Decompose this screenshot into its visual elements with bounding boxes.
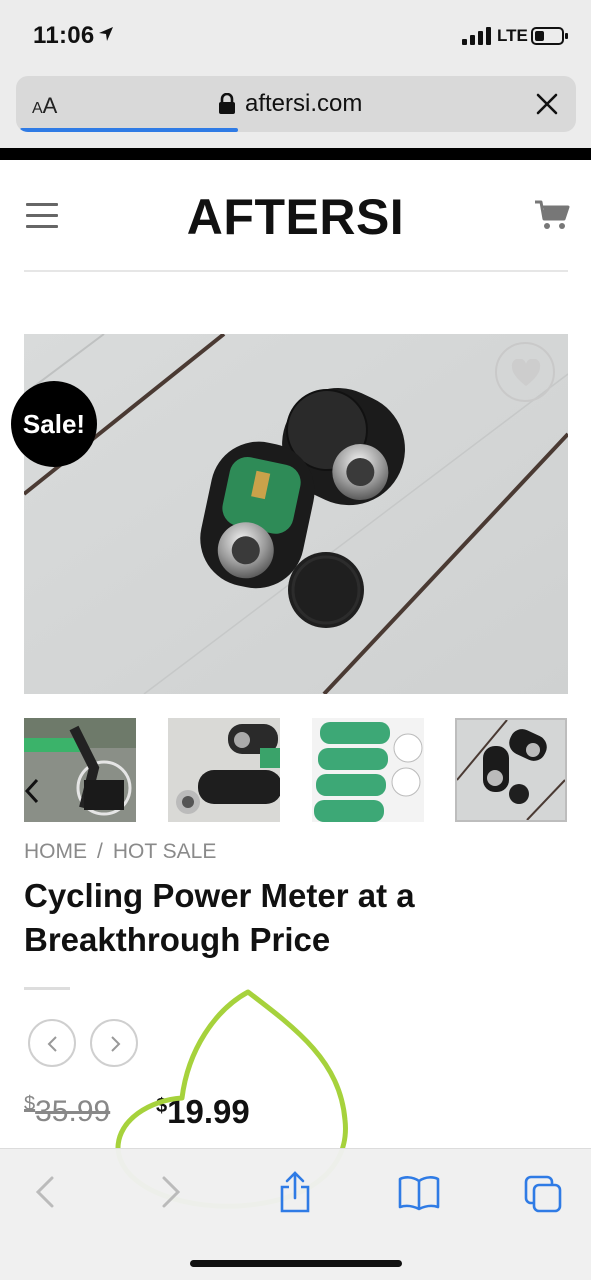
home-indicator[interactable] [190,1260,402,1267]
title-divider [24,987,70,990]
share-icon[interactable] [278,1171,312,1213]
previous-product-button[interactable] [28,1019,76,1067]
sale-price: $19.99 [156,1093,250,1130]
browser-address-area: AA aftersi.com [0,70,591,148]
sale-badge: Sale! [11,381,97,467]
text-size-button[interactable]: AA [32,93,57,119]
address-bar[interactable]: AA aftersi.com [16,76,576,132]
chevron-left-icon[interactable] [34,1175,56,1209]
status-time: 11:06 [33,22,95,49]
url-domain[interactable]: aftersi.com [245,90,362,118]
thumbnails-prev-icon[interactable] [24,778,40,804]
close-icon[interactable] [536,93,558,115]
wishlist-button[interactable] [495,342,555,402]
chevron-right-icon[interactable] [160,1175,182,1209]
breadcrumb-category[interactable]: HOT SALE [113,840,216,863]
breadcrumb-separator: / [97,840,103,863]
site-logo[interactable]: AFTERSI [0,188,591,246]
chevron-left-icon [47,1036,57,1052]
cart-icon[interactable] [534,199,570,231]
tabs-icon[interactable] [524,1175,562,1213]
page-top-strip [0,148,591,160]
lock-icon [219,93,235,114]
thumbnail-indoor-trainer[interactable] [24,718,136,822]
battery-low-icon [531,27,568,45]
heart-icon [511,359,541,386]
original-price: $35.99 [24,1093,111,1128]
page-load-progress [20,128,239,132]
breadcrumb-home[interactable]: HOME [24,840,87,863]
cellular-signal-icon [462,27,491,45]
location-arrow-icon [99,27,113,41]
product-main-image[interactable] [24,334,568,694]
thumbnail-power-meter-parts[interactable] [168,718,280,822]
breadcrumb: HOME / HOT SALE [24,840,216,864]
chevron-right-icon [111,1036,121,1052]
thumbnail-power-meter-pods[interactable] [455,718,567,822]
network-type: LTE [497,26,528,45]
product-title: Cycling Power Meter at a Breakthrough Pr… [24,877,415,958]
status-bar: 11:06 LTE [0,0,591,70]
thumbnail-circuit-boards[interactable] [312,718,424,822]
book-icon[interactable] [398,1175,440,1211]
header-divider [24,270,568,272]
next-product-button[interactable] [90,1019,138,1067]
